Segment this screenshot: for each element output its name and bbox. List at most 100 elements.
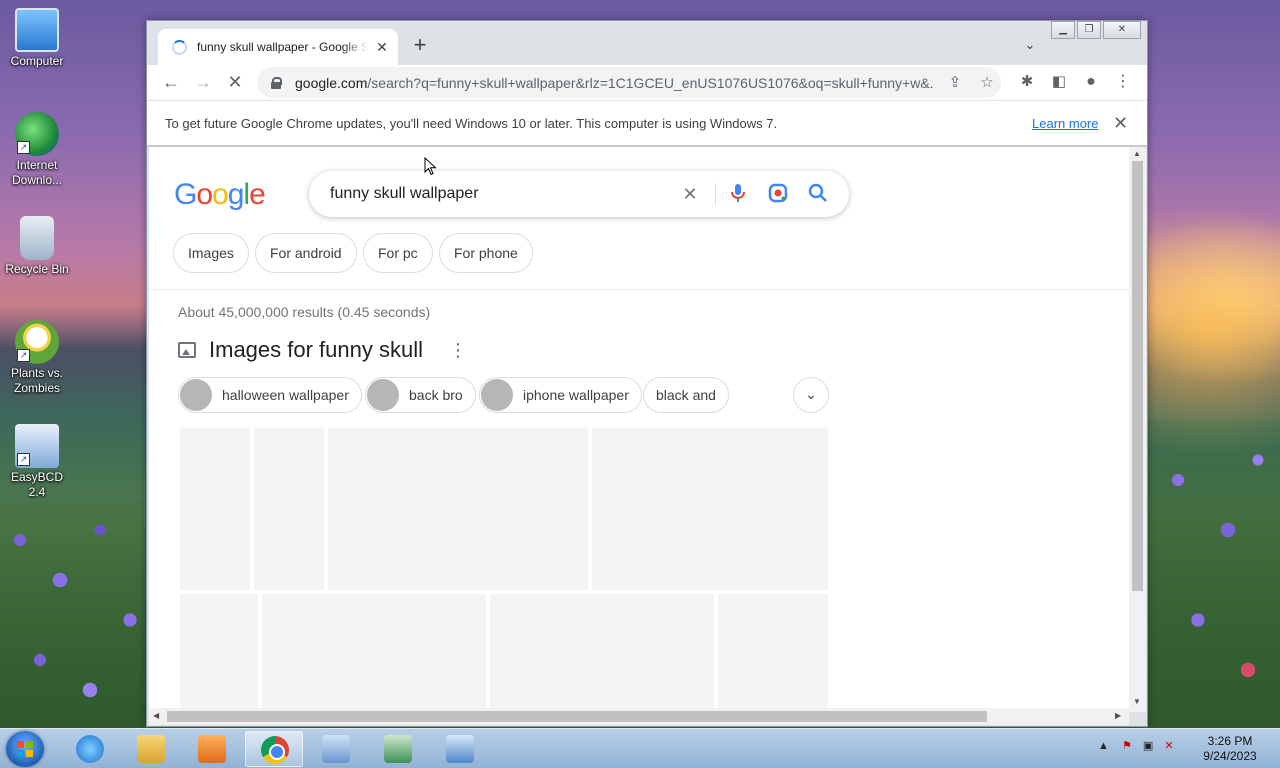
- desktop-icon-easybcd[interactable]: ↗ EasyBCD 2.4: [4, 424, 70, 500]
- refine-chip-back-bro[interactable]: back bro: [365, 377, 476, 413]
- chip-label: halloween wallpaper: [222, 387, 349, 403]
- chip-label: iphone wallpaper: [523, 387, 629, 403]
- forward-icon[interactable]: →: [189, 68, 217, 96]
- chip-for-pc[interactable]: For pc: [363, 233, 433, 273]
- action-center-icon[interactable]: ⚑: [1122, 740, 1132, 752]
- desktop-icon-computer[interactable]: Computer: [4, 8, 70, 69]
- search-divider: [715, 183, 716, 205]
- address-bar[interactable]: google.com/search?q=funny+skull+wallpape…: [257, 67, 1001, 98]
- taskbar-ie[interactable]: [61, 731, 119, 767]
- search-input[interactable]: funny skull wallpaper: [330, 185, 479, 203]
- tab-google-search[interactable]: funny skull wallpaper - Google Search ✕: [158, 29, 398, 65]
- vertical-scrollbar[interactable]: ▲ ▼: [1129, 147, 1146, 712]
- wallpaper-flowers-left: [0, 500, 146, 728]
- desktop-icon-recycle-bin[interactable]: Recycle Bin: [4, 216, 70, 277]
- spinner-icon: [172, 39, 187, 55]
- computer-icon: [15, 8, 59, 52]
- taskbar-control-panel[interactable]: [431, 731, 489, 767]
- menu-icon[interactable]: ⋮: [1109, 68, 1137, 96]
- tab-search-icon[interactable]: ⌄: [1019, 35, 1041, 55]
- images-heading[interactable]: Images for funny skull: [209, 337, 423, 363]
- profile-icon[interactable]: ●: [1077, 68, 1105, 96]
- show-hidden-icons-icon[interactable]: ▲: [1098, 740, 1109, 752]
- system-tray: ▲ ⚑ ▣ ✕: [1098, 739, 1174, 752]
- network-icon[interactable]: ▣: [1143, 740, 1153, 752]
- mic-icon[interactable]: [727, 183, 749, 205]
- images-section-header: Images for funny skull ⋮: [178, 337, 467, 363]
- setup-icon: [322, 735, 350, 763]
- taskbar-app-green[interactable]: [369, 731, 427, 767]
- infobar-message: To get future Google Chrome updates, you…: [165, 116, 778, 131]
- divider: [149, 289, 1129, 290]
- extensions-icon[interactable]: ✱: [1013, 68, 1041, 96]
- chip-thumbnail: [481, 379, 513, 411]
- learn-more-link[interactable]: Learn more: [1032, 116, 1098, 131]
- image-grid-placeholder: [178, 426, 830, 712]
- share-icon[interactable]: ⇪: [945, 73, 965, 93]
- close-icon[interactable]: ✕: [1113, 113, 1128, 134]
- reload-icon[interactable]: ✕: [221, 68, 249, 96]
- image-placeholder[interactable]: [178, 426, 252, 592]
- close-icon[interactable]: ✕: [374, 39, 390, 55]
- horizontal-scrollbar[interactable]: ◀ ▶: [149, 708, 1129, 725]
- image-placeholder[interactable]: [716, 592, 830, 712]
- taskbar-setup[interactable]: [307, 731, 365, 767]
- internet-explorer-icon: [76, 735, 104, 763]
- internet-download-manager-icon: ↗: [15, 112, 59, 156]
- minimize-button[interactable]: ▁: [1051, 21, 1075, 39]
- refine-chip-black-and[interactable]: black and: [643, 377, 729, 413]
- desktop-icon-label: EasyBCD 2.4: [10, 470, 63, 499]
- start-button[interactable]: [6, 731, 44, 767]
- chip-for-android[interactable]: For android: [255, 233, 357, 273]
- search-icon[interactable]: [807, 183, 829, 205]
- scroll-down-icon[interactable]: ▼: [1133, 697, 1141, 706]
- taskbar-chrome[interactable]: [245, 731, 303, 767]
- more-icon[interactable]: ⋮: [449, 341, 467, 359]
- refine-chip-iphone-wallpaper[interactable]: iphone wallpaper: [479, 377, 642, 413]
- google-logo[interactable]: Google: [174, 178, 266, 212]
- new-tab-icon[interactable]: +: [409, 34, 431, 57]
- chevron-down-icon[interactable]: ⌄: [793, 377, 829, 413]
- tab-title: funny skull wallpaper - Google Search: [197, 40, 368, 54]
- image-placeholder[interactable]: [326, 426, 590, 592]
- maximize-button[interactable]: ❐: [1077, 21, 1101, 39]
- desktop-icon-internet-download-manager[interactable]: ↗ Internet Downlo...: [4, 112, 70, 188]
- desktop-icon-label: Internet Downlo...: [11, 158, 63, 187]
- image-placeholder[interactable]: [260, 592, 488, 712]
- star-icon[interactable]: ☆: [977, 73, 997, 93]
- taskbar-media-player[interactable]: [183, 731, 241, 767]
- url-text[interactable]: google.com/search?q=funny+skull+wallpape…: [295, 75, 935, 91]
- image-placeholder[interactable]: [590, 426, 830, 592]
- scroll-up-icon[interactable]: ▲: [1133, 149, 1141, 158]
- volume-muted-icon[interactable]: ✕: [1164, 740, 1173, 752]
- scroll-left-icon[interactable]: ◀: [153, 711, 159, 720]
- image-placeholder[interactable]: [488, 592, 716, 712]
- back-icon[interactable]: ←: [157, 68, 185, 96]
- taskbar: ▲ ⚑ ▣ ✕ 3:26 PM 9/24/2023: [0, 728, 1280, 768]
- results-stats: About 45,000,000 results (0.45 seconds): [178, 304, 431, 320]
- chip-images[interactable]: Images: [173, 233, 249, 273]
- side-panel-icon[interactable]: ◧: [1045, 68, 1073, 96]
- tab-strip: funny skull wallpaper - Google Search ✕ …: [147, 21, 1147, 65]
- recycle-bin-icon: [20, 216, 54, 260]
- search-box[interactable]: funny skull wallpaper ✕: [309, 171, 849, 217]
- lens-icon[interactable]: [767, 183, 789, 205]
- taskbar-explorer[interactable]: [122, 731, 180, 767]
- desktop-icon-plants-vs-zombies[interactable]: ↗ Plants vs. Zombies: [4, 320, 70, 396]
- scroll-right-icon[interactable]: ▶: [1115, 711, 1121, 720]
- refine-chip-halloween-wallpaper[interactable]: halloween wallpaper: [178, 377, 362, 413]
- image-icon: [178, 342, 196, 358]
- scroll-thumb[interactable]: [167, 711, 987, 722]
- scroll-thumb[interactable]: [1132, 161, 1143, 591]
- clock[interactable]: 3:26 PM 9/24/2023: [1190, 734, 1270, 764]
- chip-label: black and: [656, 387, 716, 403]
- clock-time: 3:26 PM: [1207, 734, 1253, 748]
- clock-date: 9/24/2023: [1203, 749, 1257, 763]
- image-placeholder[interactable]: [252, 426, 326, 592]
- image-placeholder[interactable]: [178, 592, 260, 712]
- clear-icon[interactable]: ✕: [679, 183, 701, 205]
- chrome-icon: [261, 736, 289, 764]
- chip-for-phone[interactable]: For phone: [439, 233, 533, 273]
- window-close-button[interactable]: ✕: [1103, 21, 1141, 39]
- desktop-icon-label: Plants vs. Zombies: [10, 366, 64, 395]
